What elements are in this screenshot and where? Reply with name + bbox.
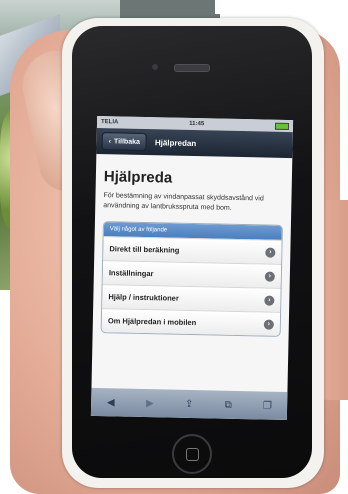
chevron-right-icon: › <box>264 271 275 282</box>
background-white <box>215 0 348 14</box>
menu-item-label: Hjälp / instruktioner <box>108 292 179 303</box>
phone-screen: TELIA 11:45 ‹ Tillbaka Hjälpredan Hjälpr… <box>90 115 294 421</box>
phone-face: TELIA 11:45 ‹ Tillbaka Hjälpredan Hjälpr… <box>72 26 312 478</box>
menu-item-label: Om Hjälpredan i mobilen <box>107 316 197 328</box>
navigation-bar: ‹ Tillbaka Hjälpredan <box>96 127 293 159</box>
menu-item-about[interactable]: Om Hjälpredan i mobilen › <box>101 308 281 336</box>
page-title: Hjälpreda <box>103 168 173 187</box>
chevron-right-icon: › <box>264 295 275 306</box>
menu-list: Välj något av följande Direkt till beräk… <box>100 221 283 337</box>
bookmarks-icon[interactable]: ⧉ <box>219 399 237 410</box>
clock: 11:45 <box>189 120 205 128</box>
carrier-label: TELIA <box>100 119 119 126</box>
page-content: Hjälpreda För bestämning av vindanpassat… <box>93 154 293 337</box>
back-button-label: Tillbaka <box>113 137 140 146</box>
share-icon[interactable]: ⇪ <box>180 398 198 409</box>
home-square-icon <box>185 447 199 461</box>
chevron-right-icon: › <box>263 319 274 330</box>
nav-title: Hjälpredan <box>154 137 197 148</box>
phone: TELIA 11:45 ‹ Tillbaka Hjälpredan Hjälpr… <box>62 18 324 488</box>
back-button[interactable]: ‹ Tillbaka <box>101 132 148 152</box>
menu-item-settings[interactable]: Inställningar › <box>102 260 282 288</box>
tabs-icon[interactable]: ❐ <box>258 400 276 411</box>
browser-toolbar: ◀ ▶ ⇪ ⧉ ❐ <box>90 387 288 421</box>
menu-item-label: Direkt till beräkning <box>109 244 180 255</box>
home-button[interactable] <box>172 434 212 474</box>
menu-item-label: Inställningar <box>108 268 154 279</box>
battery-icon <box>274 122 290 130</box>
chevron-right-icon: › <box>265 247 276 258</box>
menu-item-help[interactable]: Hjälp / instruktioner › <box>102 284 281 312</box>
intro-text: För bestämning av vindanpassat skyddsavs… <box>103 192 264 212</box>
background-wall <box>120 0 220 20</box>
earpiece-speaker <box>174 64 210 72</box>
chevron-left-icon: ‹ <box>108 137 112 145</box>
forward-arrow-icon[interactable]: ▶ <box>141 397 159 409</box>
front-camera <box>152 64 158 70</box>
back-arrow-icon[interactable]: ◀ <box>102 397 120 408</box>
